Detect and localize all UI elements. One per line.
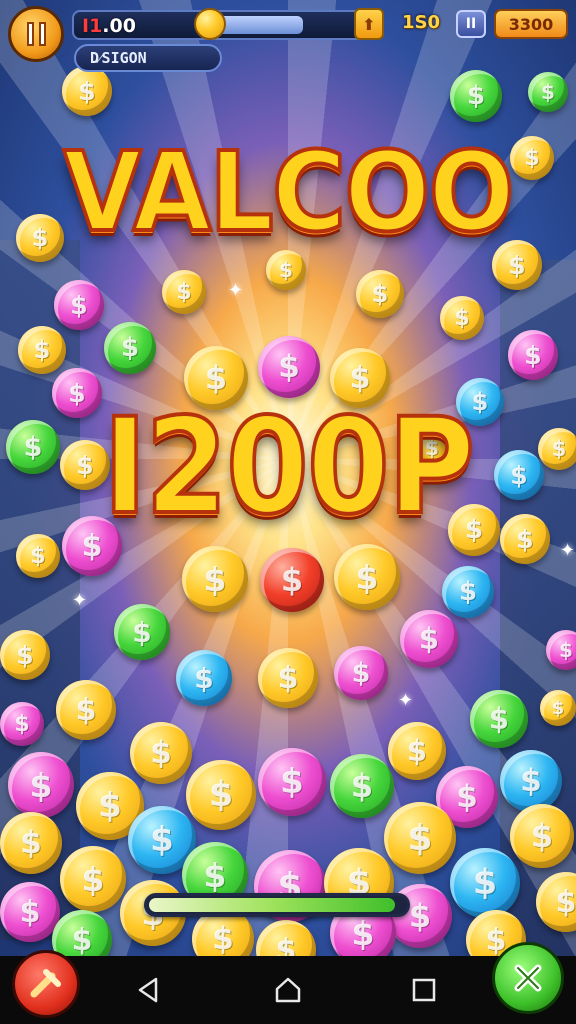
system-nav-bar [0,956,576,1024]
win-amount: I200P [101,388,477,546]
gold-coin-icon [0,812,62,874]
red-coin-icon [260,548,324,612]
gold-coin-icon [334,544,400,610]
gold-coin-icon [356,270,404,318]
gold-coin-icon [384,802,456,874]
gold-coin-icon [540,690,576,726]
pink-coin-icon [54,280,104,330]
square-recents-icon[interactable] [404,970,444,1010]
collect-progress-bar [144,893,410,917]
blue-coin-icon [442,566,494,618]
game-scene: ✦ ✦ ✦ ✦ VALCOO I200P [0,0,576,956]
total-coins-badge: 3300 [494,9,568,39]
green-coin-icon [330,754,394,818]
score-value: .00 [102,15,136,37]
gold-coin-icon [388,722,446,780]
green-coin-icon [114,604,170,660]
score-text: I1.00 [82,15,136,37]
green-coin-icon [470,690,528,748]
pink-coin-icon [258,336,320,398]
gold-coin-icon [18,326,66,374]
pink-coin-icon [8,752,74,818]
pink-coin-icon [334,646,388,700]
gold-coin-icon [182,546,248,612]
close-button[interactable] [492,942,564,1014]
gold-coin-icon [56,680,116,740]
green-coin-icon [104,322,156,374]
pause-button[interactable] [8,6,64,62]
top-hud: I1.00 ⬆ 1S0 II 3300 D⁄SIGON [0,0,576,80]
gold-coin-icon [266,250,306,290]
hammer-arrow-icon [30,969,61,998]
gold-coin-icon [60,846,126,912]
pink-coin-icon [508,330,558,380]
division-label: D⁄SIGON [74,44,222,72]
home-icon[interactable] [268,970,308,1010]
gold-coin-icon [440,296,484,340]
back-button[interactable] [12,950,80,1018]
multiplier-label: 1S0 [402,12,441,33]
blue-coin-icon [450,848,520,918]
sparkle-icon: ✦ [560,540,576,561]
pink-coin-icon [0,702,44,746]
sparkle-icon: ✦ [228,280,244,301]
gold-coin-icon [510,804,574,868]
gold-coin-icon [162,270,206,314]
close-icon [514,964,542,992]
win-title: VALCOO [61,126,516,258]
pause-icon [25,22,47,46]
gold-coin-icon [0,630,50,680]
triangle-back-icon[interactable] [128,970,168,1010]
pink-coin-icon [0,882,60,942]
up-arrow-icon[interactable]: ⬆ [354,8,384,40]
coin-slider-icon[interactable] [194,8,226,40]
gold-coin-icon [130,722,192,784]
sparkle-icon: ✦ [398,690,414,711]
gold-coin-icon [186,760,256,830]
score-prefix: I1 [82,15,103,37]
blue-coin-icon [176,650,232,706]
gold-coin-icon [258,648,318,708]
collect-progress-fill [149,898,395,912]
sparkle-icon: ✦ [72,590,88,611]
pink-coin-icon [258,748,326,816]
pink-coin-icon [400,610,458,668]
blue-coin-icon [500,750,562,812]
score-bar: I1.00 ⬆ [72,8,384,40]
pause-small-button[interactable]: II [456,10,486,38]
